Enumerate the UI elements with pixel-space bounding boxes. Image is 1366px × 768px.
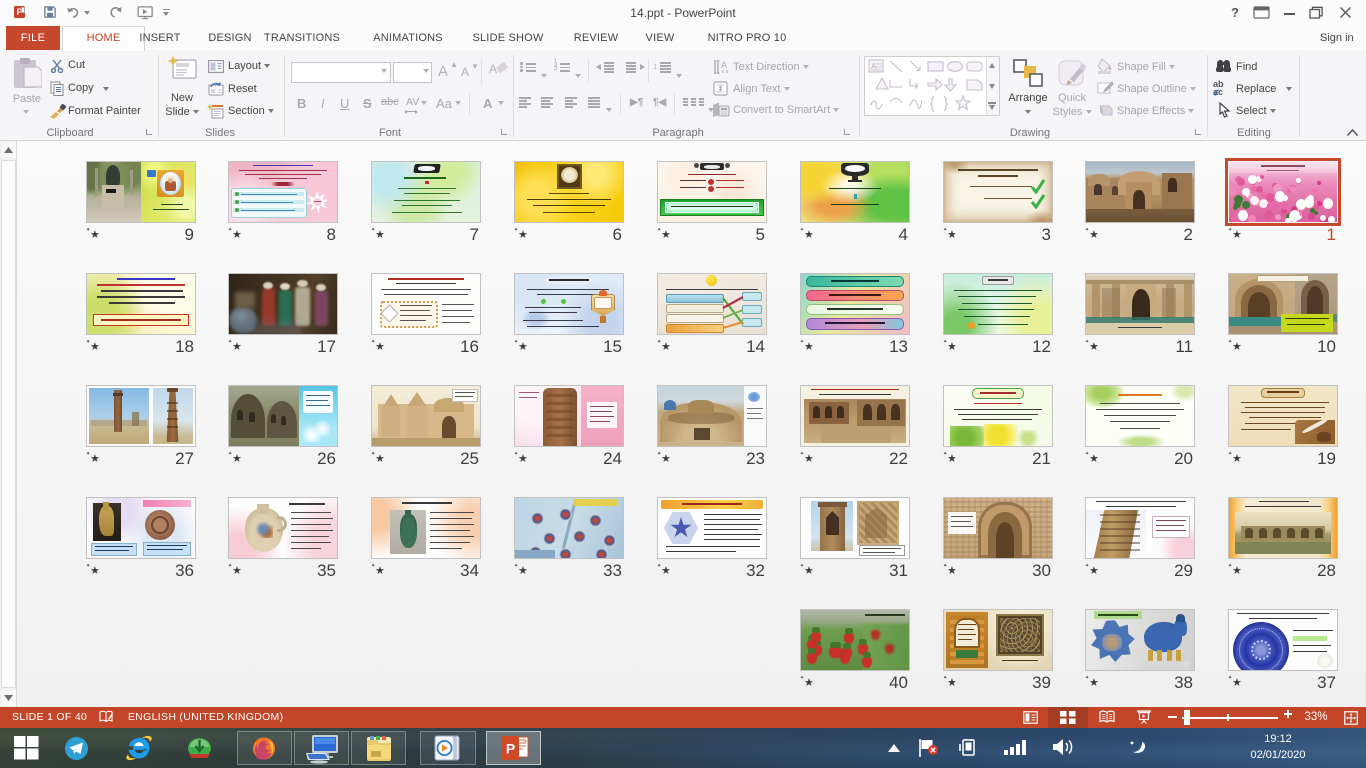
svg-text:A: A — [721, 60, 727, 70]
svg-text:P: P — [506, 741, 515, 757]
